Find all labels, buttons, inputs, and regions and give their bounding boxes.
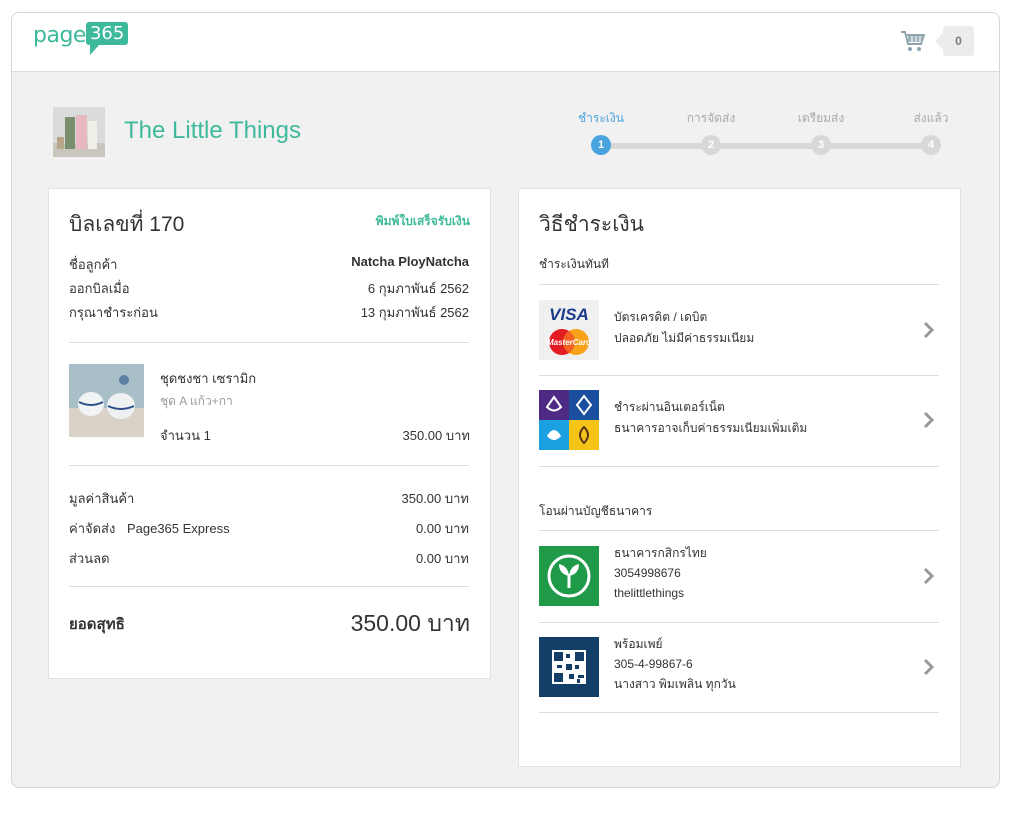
chevron-right-icon [923, 411, 935, 429]
promptpay-qr-icon [539, 637, 599, 697]
issued-row: ออกบิลเมื่อ 6 กุมภาพันธ์ 2562 [69, 278, 469, 299]
order-progress: ชำระเงิน การจัดส่ง เตรียมส่ง ส่งแล้ว 1 2… [552, 109, 952, 159]
discount-label: ส่วนลด [69, 551, 110, 566]
due-label: กรุณาชำระก่อน [69, 305, 158, 320]
issued-value: 6 กุมภาพันธ์ 2562 [367, 281, 469, 296]
promptpay-account-name: นางสาว พิมเพลิน ทุกวัน [614, 677, 736, 691]
net-total-label: ยอดสุทธิ [69, 616, 125, 633]
product-price: 350.00 บาท [402, 428, 471, 443]
divider [69, 342, 469, 343]
due-row: กรุณาชำระก่อน 13 กุมภาพันธ์ 2562 [69, 302, 469, 323]
top-bar: page 365 0 [12, 13, 999, 72]
internet-banking-icon [539, 390, 599, 450]
divider [69, 465, 469, 466]
page365-logo[interactable]: page 365 [33, 21, 129, 55]
divider [539, 466, 939, 467]
shop-avatar [53, 107, 105, 157]
step-dot-4: 4 [921, 135, 941, 155]
bank-transfer-heading: โอนผ่านบัญชีธนาคาร [539, 504, 653, 518]
chevron-right-icon [923, 321, 935, 339]
customer-row: ชื่อลูกค้า Natcha PloyNatcha [69, 254, 469, 275]
cart-icon[interactable] [900, 29, 926, 53]
discount-row: ส่วนลด 0.00 บาท [69, 548, 469, 569]
kasikorn-account-name: thelittlethings [614, 586, 685, 600]
chevron-right-icon [923, 567, 935, 585]
shop-name[interactable]: The Little Things [124, 117, 301, 145]
due-value: 13 กุมภาพันธ์ 2562 [360, 305, 469, 320]
kasikorn-bank-icon [539, 546, 599, 606]
print-receipt-link[interactable]: พิมพ์ใบเสร็จรับเงิน [376, 212, 470, 231]
shipping-row: ค่าจัดส่ง Page365 Express 0.00 บาท [69, 518, 469, 539]
logo-text: page [33, 23, 86, 48]
shipping-value: 0.00 บาท [415, 521, 469, 536]
visa-logo-text: VISA [549, 305, 589, 324]
internet-banking-line-1: ชำระผ่านอินเตอร์เน็ต [614, 400, 725, 414]
progress-track [602, 143, 932, 149]
payment-option-internet-banking[interactable]: ชำระผ่านอินเตอร์เน็ต ธนาคารอาจเก็บค่าธรร… [539, 375, 939, 465]
kasikorn-line-1: ธนาคารกสิกรไทย [614, 546, 707, 560]
payment-option-card[interactable]: VISA MasterCard บัตรเครดิต / เดบิต ปลอดภ… [539, 285, 939, 375]
shipping-label: ค่าจัดส่ง [69, 521, 116, 536]
promptpay-number: 305-4-99867-6 [614, 657, 693, 671]
subtotal-value: 350.00 บาท [401, 491, 470, 506]
customer-value: Natcha PloyNatcha [351, 254, 469, 269]
step-dot-3: 3 [811, 135, 831, 155]
bill-title: บิลเลขที่ 170 [69, 213, 185, 236]
product-quantity: จำนวน 1 [160, 428, 211, 443]
divider [539, 712, 939, 713]
issued-label: ออกบิลเมื่อ [69, 281, 130, 296]
subtotal-label: มูลค่าสินค้า [69, 491, 135, 506]
mastercard-logo-text: MasterCard [547, 338, 592, 347]
discount-value: 0.00 บาท [415, 551, 469, 566]
bill-card: บิลเลขที่ 170 พิมพ์ใบเสร็จรับเงิน ชื่อลู… [48, 188, 491, 679]
logo-number: 365 [85, 22, 129, 55]
card-line-2: ปลอดภัย ไม่มีค่าธรรมเนียม [614, 331, 755, 345]
product-variant: ชุด A แก้ว+กา [160, 394, 233, 408]
payment-title: วิธีชำระเงิน [539, 213, 644, 236]
product-name: ชุดชงชา เซรามิก [160, 371, 257, 386]
bank-option-kasikorn[interactable]: ธนาคารกสิกรไทย 3054998676 thelittlething… [539, 531, 939, 621]
net-total-value: 350.00 บาท [350, 610, 470, 636]
instant-payment-heading: ชำระเงินทันที [539, 257, 609, 271]
payment-card: วิธีชำระเงิน ชำระเงินทันที VISA MasterCa… [518, 188, 961, 767]
step-dot-1: 1 [591, 135, 611, 155]
visa-mastercard-icon: VISA MasterCard [539, 300, 599, 360]
shipping-method: Page365 Express [126, 521, 230, 536]
internet-banking-line-2: ธนาคารอาจเก็บค่าธรรมเนียมเพิ่มเติม [614, 421, 808, 435]
product-image [69, 364, 144, 437]
bank-option-promptpay[interactable]: พร้อมเพย์ 305-4-99867-6 นางสาว พิมเพลิน … [539, 622, 939, 712]
step-label-shipped: ส่งแล้ว [913, 111, 949, 125]
step-label-payment: ชำระเงิน [578, 111, 624, 125]
chevron-right-icon [923, 658, 935, 676]
promptpay-line-1: พร้อมเพย์ [614, 637, 663, 651]
customer-label: ชื่อลูกค้า [69, 257, 118, 272]
step-label-shipping: การจัดส่ง [686, 111, 736, 125]
divider [69, 586, 469, 587]
step-label-preparing: เตรียมส่ง [797, 111, 845, 125]
subtotal-row: มูลค่าสินค้า 350.00 บาท [69, 488, 469, 509]
card-line-1: บัตรเครดิต / เดบิต [614, 310, 708, 324]
cart-count-badge[interactable]: 0 [935, 26, 974, 56]
kasikorn-account-number: 3054998676 [614, 566, 681, 580]
step-dot-2: 2 [701, 135, 721, 155]
page-frame: page 365 0 The Little Things ชำระเงิน กา… [11, 12, 1000, 788]
